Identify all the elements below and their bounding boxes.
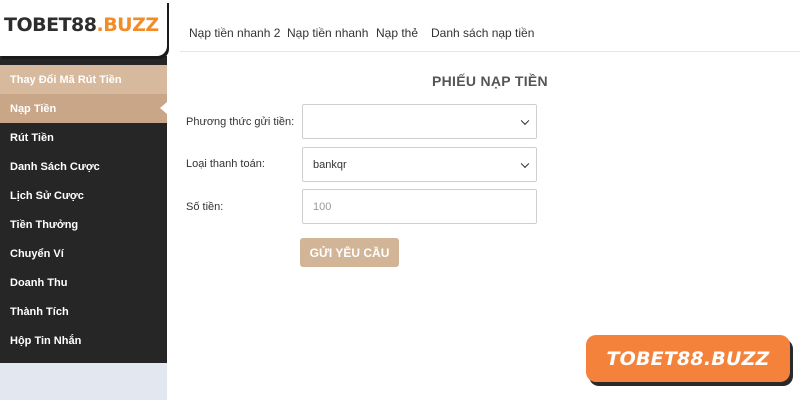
tab-fast-deposit-2[interactable]: Nạp tiền nhanh 2 — [189, 26, 280, 40]
tab-card-deposit[interactable]: Nạp thẻ — [376, 26, 418, 40]
logo[interactable]: TOBET88.BUZZ — [0, 0, 167, 56]
chevron-down-icon — [520, 159, 530, 168]
sidebar-item-bet-history[interactable]: Lịch Sử Cược — [0, 181, 167, 210]
sidebar-item-label: Lịch Sử Cược — [10, 189, 84, 202]
sidebar-item-label: Rút Tiền — [10, 131, 54, 144]
sidebar-item-label: Chuyển Ví — [10, 247, 64, 260]
method-label: Phương thức gửi tiền: — [186, 116, 295, 128]
method-select[interactable] — [302, 104, 537, 139]
active-indicator-icon — [160, 102, 167, 114]
sidebar-item-bonus[interactable]: Tiền Thưởng — [0, 210, 167, 239]
payment-type-select[interactable]: bankqr — [302, 147, 537, 182]
sidebar-item-label: Tiền Thưởng — [10, 218, 79, 231]
sidebar-item-label: Nạp Tiền — [10, 102, 57, 115]
logo-text: TOBET88.BUZZ — [4, 14, 159, 36]
sidebar-menu: Thay Đổi Mã Rút Tiền Nạp Tiền Rút Tiền D… — [0, 56, 167, 363]
sidebar-item-bet-list[interactable]: Danh Sách Cược — [0, 152, 167, 181]
amount-label: Số tiền: — [186, 201, 224, 213]
sidebar-item-wallet-transfer[interactable]: Chuyển Ví — [0, 239, 167, 268]
sidebar-item-label: Danh Sách Cược — [10, 160, 100, 173]
amount-input[interactable] — [313, 200, 513, 213]
sidebar-item-change-withdraw-code[interactable]: Thay Đổi Mã Rút Tiền — [0, 65, 167, 94]
sidebar-item-label: Thành Tích — [10, 305, 69, 318]
sidebar-item-label: Thay Đổi Mã Rút Tiền — [10, 73, 122, 86]
sidebar-item-inbox[interactable]: Hộp Tin Nhắn — [0, 326, 167, 355]
logo-part2: .BUZZ — [96, 14, 159, 36]
submit-button[interactable]: GỬI YÊU CẦU — [300, 238, 399, 267]
logo-part1: TOBET88 — [4, 14, 97, 36]
tab-bar: Nạp tiền nhanh 2 Nạp tiền nhanh Nạp thẻ … — [180, 0, 800, 52]
amount-field[interactable] — [302, 189, 537, 224]
chevron-down-icon — [520, 116, 530, 125]
payment-type-label: Loại thanh toán: — [186, 158, 265, 170]
sidebar-item-withdraw[interactable]: Rút Tiền — [0, 123, 167, 152]
watermark-badge: TOBET88.BUZZ — [586, 335, 790, 382]
sidebar: TOBET88.BUZZ Thay Đổi Mã Rút Tiền Nạp Ti… — [0, 0, 167, 400]
tab-fast-deposit[interactable]: Nạp tiền nhanh — [287, 26, 368, 40]
sidebar-item-label: Hộp Tin Nhắn — [10, 334, 82, 347]
sidebar-item-revenue[interactable]: Doanh Thu — [0, 268, 167, 297]
sidebar-item-achievements[interactable]: Thành Tích — [0, 297, 167, 326]
payment-type-selected-value: bankqr — [313, 158, 347, 171]
watermark-text: TOBET88.BUZZ — [606, 347, 770, 370]
sidebar-item-deposit[interactable]: Nạp Tiền — [0, 94, 167, 123]
tab-deposit-list[interactable]: Danh sách nạp tiền — [431, 26, 534, 40]
form-title: PHIẾU NẠP TIỀN — [432, 73, 548, 89]
sidebar-item-label: Doanh Thu — [10, 276, 68, 289]
